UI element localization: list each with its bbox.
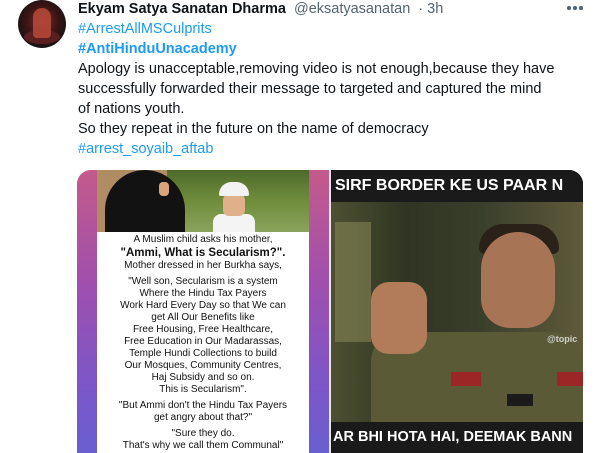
left-image-text-line: This is Secularism".: [159, 384, 247, 395]
author-handle[interactable]: @eksatyasanatan: [294, 1, 410, 17]
tweet-text-line: So they repeat in the future on the name…: [78, 121, 429, 137]
hashtag-link[interactable]: #ArrestAllMSCulprits: [78, 20, 212, 38]
meme-scene: @topic: [331, 202, 583, 422]
left-image-text-line: Haj Subsidy and so on.: [151, 372, 255, 383]
left-image-text-line: Mother dressed in her Burkha says,: [124, 260, 282, 271]
tweet-text-line: successfully forwarded their message to …: [78, 81, 542, 97]
child-figure: [219, 182, 249, 196]
left-image-text-line: Our Mosques, Community Centres,: [124, 360, 282, 371]
left-image-text-line: "Well son, Secularism is a system: [128, 276, 278, 287]
avatar[interactable]: [18, 0, 66, 48]
tweet-text-line: of nations youth.: [78, 101, 185, 117]
left-image-text-line: "But Ammi don't the Hindu Tax Payers: [118, 400, 288, 411]
more-dots-icon[interactable]: [566, 0, 584, 16]
hashtag-link[interactable]: #AntiHinduUnacademy: [78, 40, 237, 58]
left-image-text-line: get All Our Benefits like: [151, 312, 255, 323]
left-image-text-line: Work Hard Every Day so that We can: [120, 300, 286, 311]
left-image-text-line: "Sure they do.: [171, 428, 235, 439]
left-image-text-line: Free Housing, Free Healthcare,: [132, 324, 274, 335]
tweet-text-line: Apology is unacceptable,removing video i…: [78, 61, 555, 77]
left-image-text: A Muslim child asks his mother, "Ammi, W…: [97, 232, 309, 453]
hashtag-link[interactable]: #arrest_soyaib_aftab: [78, 140, 213, 158]
left-image-text-line: Temple Hundi Collections to build: [129, 348, 277, 359]
avatar-figure: [33, 8, 51, 38]
image-watermark: @topic: [547, 334, 578, 344]
meme-top-caption: SIRF BORDER KE US PAAR N: [331, 170, 583, 202]
left-image-text-line: Where the Hindu Tax Payers: [139, 288, 267, 299]
media-image-left[interactable]: A Muslim child asks his mother, "Ammi, W…: [77, 170, 329, 453]
left-image-text-line: That's why we call them Communal": [122, 440, 284, 451]
left-image-photo: [97, 170, 309, 232]
left-image-text-line: "Ammi, What is Secularism?".: [120, 247, 286, 259]
tweet-media: A Muslim child asks his mother, "Ammi, W…: [77, 170, 583, 453]
left-image-text-line: get angry about that?": [153, 412, 253, 423]
left-image-text-line: A Muslim child asks his mother,: [133, 234, 273, 245]
tweet-header: Ekyam Satya Sanatan Dharma @eksatyasanat…: [78, 0, 443, 18]
author-name[interactable]: Ekyam Satya Sanatan Dharma: [78, 1, 286, 17]
tweet-time[interactable]: · 3h: [418, 1, 443, 17]
meme-bottom-caption: AR BHI HOTA HAI, DEEMAK BANN: [331, 422, 583, 453]
left-image-text-line: Free Education in Our Madarassas,: [124, 336, 282, 347]
raised-fist: [371, 282, 427, 354]
media-image-right[interactable]: SIRF BORDER KE US PAAR N @topic AR BHI H…: [331, 170, 583, 453]
officer-figure: [481, 232, 555, 328]
